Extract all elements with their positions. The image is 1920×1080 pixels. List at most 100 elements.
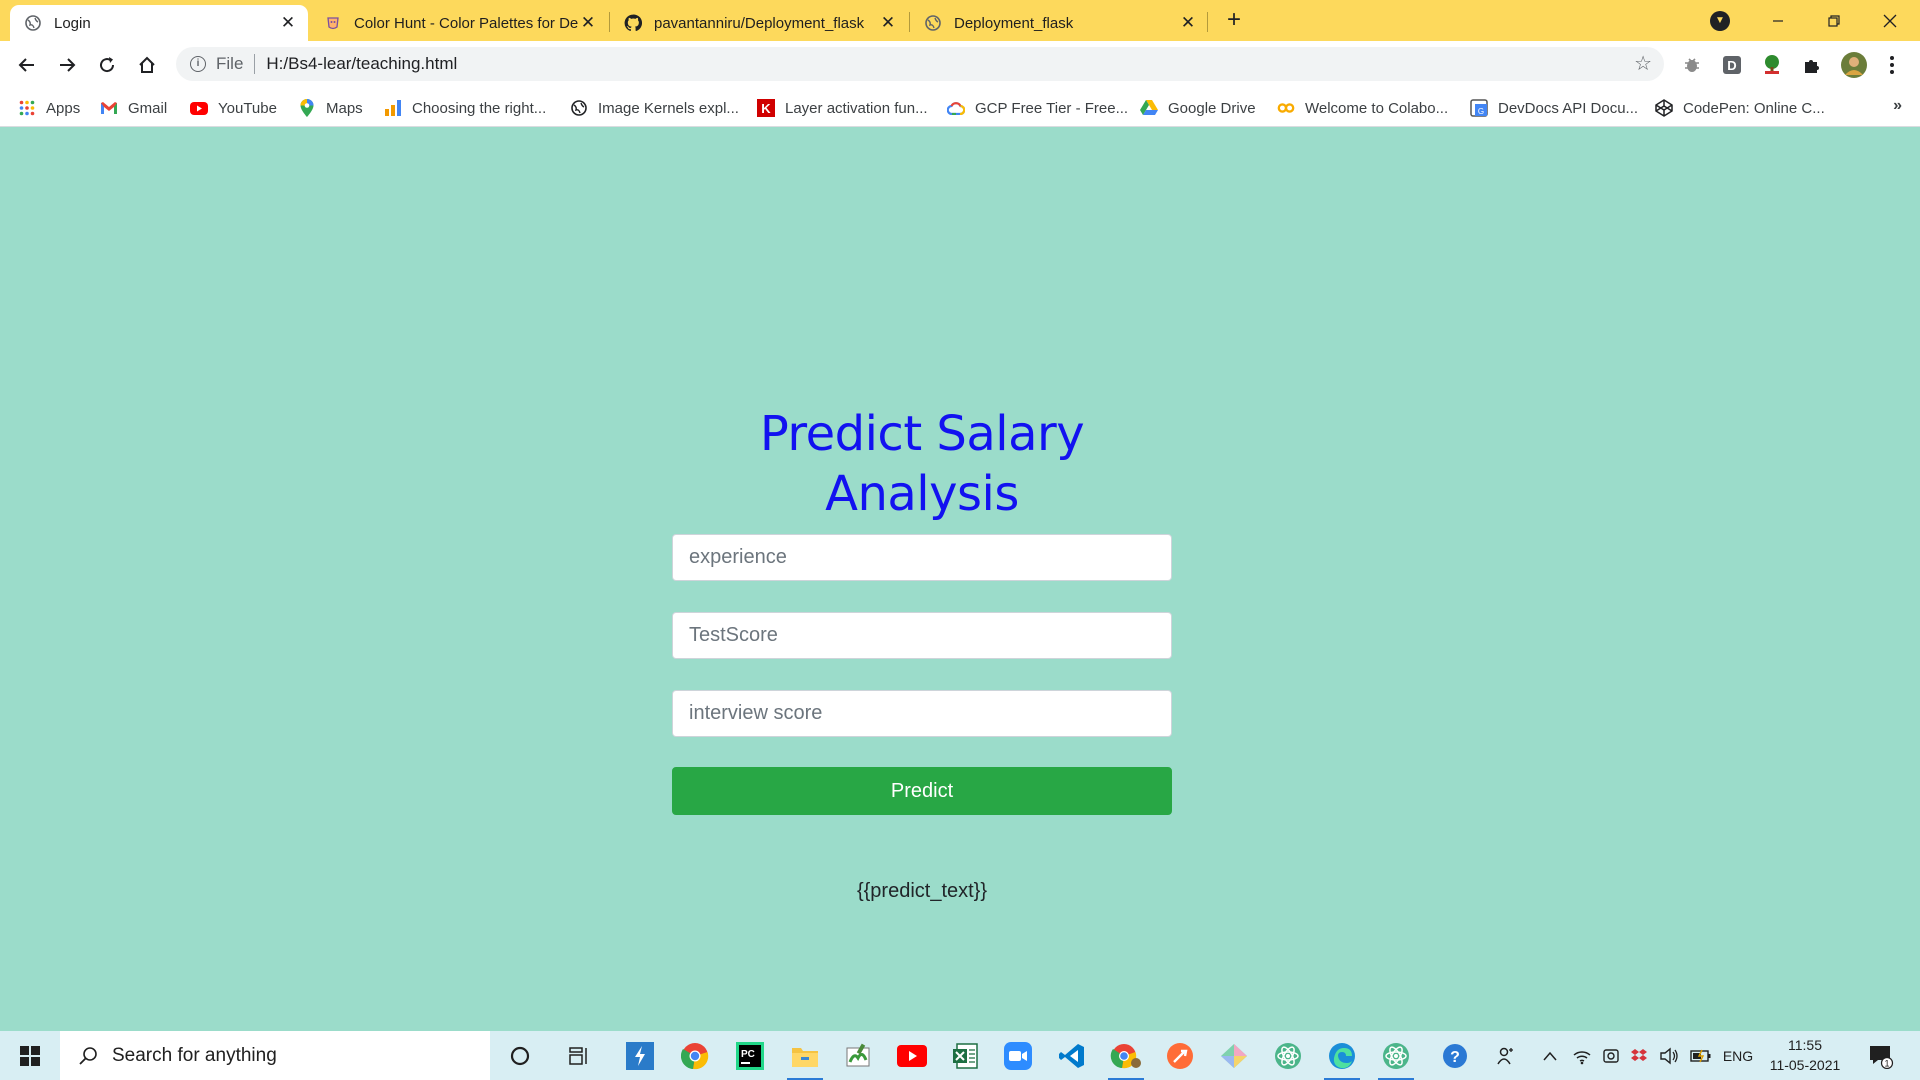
chrome-active-icon[interactable] <box>1106 1037 1146 1080</box>
windows-start-icon[interactable] <box>0 1031 60 1080</box>
more-bookmarks-button[interactable]: » <box>1893 97 1902 115</box>
bookmark-google-drive[interactable]: Google Drive <box>1140 97 1256 119</box>
bookmark-label: Image Kernels expl... <box>598 99 739 117</box>
bookmark-label: Layer activation fun... <box>785 99 928 117</box>
atom-active-icon[interactable] <box>1376 1037 1416 1080</box>
task-view-icon[interactable] <box>560 1037 600 1075</box>
test-score-input[interactable] <box>672 612 1172 659</box>
bookmark-gcp[interactable]: GCP Free Tier - Free... <box>947 97 1128 119</box>
home-icon[interactable] <box>132 50 162 80</box>
system-clock[interactable]: 11:55 11-05-2021 <box>1760 1035 1850 1075</box>
url-scheme: File <box>216 54 244 73</box>
color-hunt-icon <box>324 14 342 32</box>
close-tab-icon[interactable]: ✕ <box>580 14 596 31</box>
tab-search-icon[interactable]: ▼ <box>1710 11 1730 31</box>
bookmark-image-kernels[interactable]: Image Kernels expl... <box>570 97 739 119</box>
bookmark-layer-activation[interactable]: K Layer activation fun... <box>757 97 928 119</box>
url-text[interactable]: H:/Bs4-lear/teaching.html <box>266 54 457 74</box>
youtube-icon <box>190 99 208 117</box>
avatar[interactable] <box>1840 51 1868 79</box>
predict-button[interactable]: Predict <box>672 767 1172 815</box>
info-icon[interactable]: i <box>190 56 206 72</box>
tab-divider <box>1207 12 1208 32</box>
camera-icon[interactable] <box>1600 1045 1622 1067</box>
bookmark-youtube[interactable]: YouTube <box>190 97 277 119</box>
browser-menu-icon[interactable] <box>1880 53 1904 77</box>
globe-icon <box>24 14 42 32</box>
restore-icon[interactable] <box>1806 0 1862 41</box>
reload-icon[interactable] <box>92 50 122 80</box>
pycharm-icon[interactable]: PC <box>730 1037 770 1075</box>
bookmarks-bar: Apps Gmail YouTube Maps Choosing the rig… <box>0 88 1920 127</box>
volume-icon[interactable] <box>1658 1045 1680 1067</box>
dropbox-icon[interactable] <box>1628 1045 1650 1067</box>
language-indicator[interactable]: ENG <box>1720 1045 1756 1067</box>
bookmark-label: Apps <box>46 99 81 117</box>
tab-deployment-flask[interactable]: Deployment_flask ✕ <box>910 5 1208 41</box>
taskbar-search-box[interactable]: Search for anything <box>60 1031 490 1080</box>
file-explorer-icon[interactable] <box>785 1037 825 1080</box>
bookmark-label: Gmail <box>128 99 168 117</box>
atom-icon[interactable] <box>1268 1037 1308 1075</box>
chrome-icon[interactable] <box>675 1037 715 1075</box>
experience-input[interactable] <box>672 534 1172 581</box>
address-bar[interactable]: i File H:/Bs4-lear/teaching.html ☆ <box>176 47 1664 81</box>
bug-extension-icon[interactable] <box>1680 53 1704 77</box>
bookmark-label: Welcome to Colabo... <box>1305 99 1449 117</box>
svg-text:PC: PC <box>741 1049 755 1060</box>
bookmark-colab[interactable]: Welcome to Colabo... <box>1277 97 1448 119</box>
excel-icon[interactable] <box>945 1037 985 1075</box>
tab-github[interactable]: pavantanniru/Deployment_flask ✕ <box>610 5 908 41</box>
url-divider <box>254 54 256 74</box>
people-icon[interactable] <box>1494 1045 1518 1067</box>
interview-score-input[interactable] <box>672 690 1172 737</box>
vscode-icon[interactable] <box>1052 1037 1092 1075</box>
back-icon[interactable] <box>12 50 42 80</box>
close-tab-icon[interactable]: ✕ <box>280 14 296 31</box>
search-icon <box>76 1044 100 1068</box>
gmail-icon <box>100 99 118 117</box>
wifi-icon[interactable] <box>1570 1045 1594 1067</box>
globe-icon <box>570 99 588 117</box>
bookmark-label: CodePen: Online C... <box>1683 99 1825 117</box>
gcp-icon <box>947 99 965 117</box>
bookmark-choosing[interactable]: Choosing the right... <box>384 97 546 119</box>
plant-app-icon[interactable] <box>838 1037 878 1075</box>
bookmark-devdocs[interactable]: G DevDocs API Docu... <box>1470 97 1638 119</box>
postman-icon[interactable] <box>1160 1037 1200 1075</box>
clock-time: 11:55 <box>1788 1037 1822 1053</box>
bookmark-apps[interactable]: Apps <box>18 97 80 119</box>
new-tab-button[interactable]: + <box>1221 8 1247 34</box>
tab-title: Login <box>54 14 91 32</box>
notifications-icon[interactable]: 1 <box>1868 1043 1894 1070</box>
close-window-icon[interactable] <box>1862 0 1918 41</box>
close-tab-icon[interactable]: ✕ <box>880 14 896 31</box>
svg-text:?: ? <box>1450 1049 1460 1066</box>
tab-strip: Login ✕ Color Hunt - Color Palettes for … <box>0 0 1920 41</box>
show-hidden-icons[interactable] <box>1540 1045 1560 1067</box>
chart-icon <box>384 99 402 117</box>
extensions-puzzle-icon[interactable] <box>1800 53 1824 77</box>
tree-extension-icon[interactable] <box>1760 53 1784 77</box>
tab-login[interactable]: Login ✕ <box>10 5 308 41</box>
d-extension-icon[interactable]: D <box>1720 53 1744 77</box>
help-icon[interactable]: ? <box>1440 1044 1470 1068</box>
gem-app-icon[interactable] <box>1214 1037 1254 1075</box>
zoom-icon[interactable] <box>998 1037 1038 1075</box>
edge-icon[interactable] <box>1322 1037 1362 1080</box>
youtube-icon[interactable] <box>892 1037 932 1075</box>
powerbi-icon[interactable] <box>620 1037 660 1075</box>
bookmark-gmail[interactable]: Gmail <box>100 97 167 119</box>
tab-color-hunt[interactable]: Color Hunt - Color Palettes for De ✕ <box>310 5 608 41</box>
bookmark-codepen[interactable]: CodePen: Online C... <box>1655 97 1825 119</box>
battery-icon[interactable] <box>1688 1045 1714 1067</box>
forward-icon[interactable] <box>52 50 82 80</box>
bookmark-star-icon[interactable]: ☆ <box>1634 54 1652 74</box>
notification-count: 1 <box>1884 1059 1889 1069</box>
cortana-icon[interactable] <box>500 1037 540 1075</box>
close-tab-icon[interactable]: ✕ <box>1180 14 1196 31</box>
bookmark-label: DevDocs API Docu... <box>1498 99 1639 117</box>
svg-text:D: D <box>1727 58 1736 73</box>
minimize-icon[interactable] <box>1750 0 1806 41</box>
bookmark-maps[interactable]: Maps <box>298 97 363 119</box>
